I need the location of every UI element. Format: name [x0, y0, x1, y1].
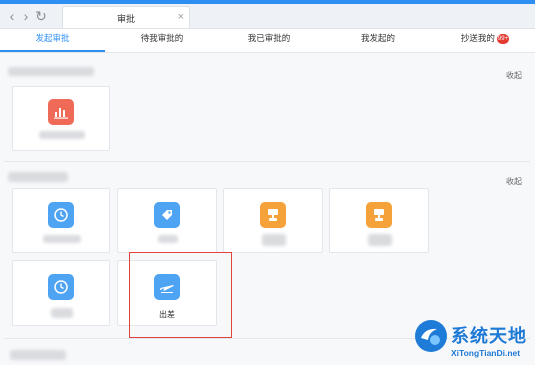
main-content: 收起 收起 出差 — [0, 53, 535, 365]
card-label-blurred — [158, 235, 178, 243]
approval-card[interactable] — [329, 188, 429, 253]
approval-card[interactable] — [117, 188, 217, 253]
clock-icon — [48, 274, 74, 300]
card-label-blurred — [39, 131, 85, 139]
section-title-blurred — [10, 350, 66, 360]
active-tab-indicator — [0, 50, 105, 52]
card-label-blurred — [368, 234, 392, 246]
tab-initiate[interactable]: 发起审批 — [0, 29, 105, 52]
tab-label: 我已审批的 — [247, 33, 291, 43]
section-title-blurred — [8, 172, 68, 182]
refresh-button[interactable]: ↻ — [33, 7, 49, 25]
tag-icon — [154, 202, 180, 228]
approval-card[interactable] — [12, 188, 110, 253]
tab-label: 我发起的 — [360, 33, 395, 43]
card-label-blurred — [43, 235, 81, 243]
approval-tabs: 发起审批 待我审批的 我已审批的 我发起的 抄送我的 99+ — [0, 29, 535, 53]
collapse-link[interactable]: 收起 — [506, 176, 522, 187]
card-label-blurred — [262, 234, 286, 246]
card-label-blurred — [51, 308, 73, 318]
approval-card[interactable] — [223, 188, 323, 253]
stamp-icon — [260, 202, 286, 228]
count-badge: 99+ — [496, 33, 510, 44]
section-title-blurred — [8, 67, 94, 76]
tab-mine[interactable]: 我发起的 — [328, 29, 428, 52]
watermark: 系统天地 XiTongTianDi.net — [415, 320, 535, 365]
collapse-link[interactable]: 收起 — [506, 70, 522, 81]
approval-card[interactable] — [12, 86, 110, 151]
selection-highlight-box — [129, 252, 232, 338]
tab-label: 抄送我的 — [460, 33, 495, 43]
watermark-logo-icon — [415, 320, 447, 352]
clock-icon — [48, 202, 74, 228]
watermark-url: XiTongTianDi.net — [451, 348, 521, 358]
stamp-icon — [366, 202, 392, 228]
tab-approved[interactable]: 我已审批的 — [219, 29, 319, 52]
title-bar: ‹ › ↻ 审批 × — [0, 4, 535, 29]
approval-card[interactable] — [12, 260, 110, 326]
tab-label: 发起审批 — [35, 33, 70, 43]
tab-pending[interactable]: 待我审批的 — [112, 29, 212, 52]
forward-button[interactable]: › — [18, 7, 34, 25]
tab-label: 待我审批的 — [140, 33, 184, 43]
watermark-title: 系统天地 — [451, 326, 527, 346]
chart-icon — [48, 99, 74, 125]
tab-cc[interactable]: 抄送我的 99+ — [435, 29, 535, 52]
window-tab-title: 审批 — [117, 14, 136, 24]
section-divider — [4, 161, 530, 162]
close-icon[interactable]: × — [178, 10, 184, 24]
window-tab[interactable]: 审批 × — [62, 6, 190, 28]
